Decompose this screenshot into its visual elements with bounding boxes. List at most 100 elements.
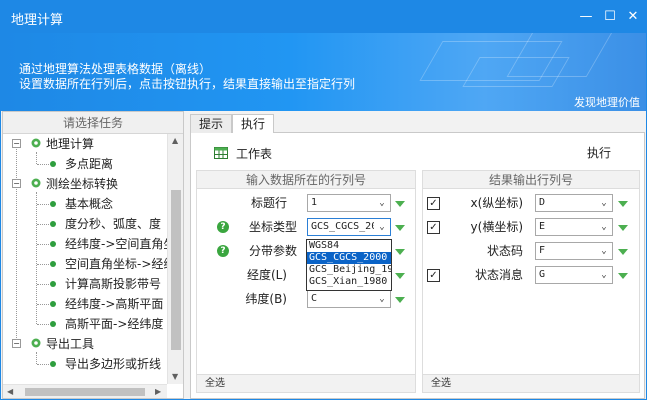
output-grid-header: 结果输出行列号: [423, 171, 639, 189]
fill-down-icon[interactable]: [395, 225, 405, 231]
tree-item-gauss-zone[interactable]: 计算高斯投影带号: [3, 274, 167, 294]
tree-connector: [37, 224, 49, 225]
gear-icon: [31, 338, 41, 348]
scroll-thumb[interactable]: [25, 388, 145, 396]
chevron-down-icon[interactable]: ⌄: [374, 219, 390, 235]
banner-decoration: [506, 33, 616, 77]
field-label: 状态码: [486, 244, 523, 258]
select-value: C: [311, 293, 318, 304]
chevron-down-icon[interactable]: ⌄: [374, 291, 390, 307]
title-row-select[interactable]: 1 ⌄: [307, 194, 391, 212]
help-icon[interactable]: ?: [217, 221, 229, 233]
output-row-status-code: 状态码 F ⌄: [423, 240, 639, 264]
dropdown-option[interactable]: WGS84: [307, 240, 391, 252]
tree-group-export[interactable]: − 导出工具: [3, 334, 167, 354]
fill-down-icon[interactable]: [395, 249, 405, 255]
scroll-left-icon[interactable]: ◀: [7, 387, 13, 396]
chevron-down-icon[interactable]: ⌄: [596, 219, 612, 235]
scroll-right-icon[interactable]: ▶: [155, 387, 161, 396]
select-all-right[interactable]: 全选: [423, 374, 639, 392]
tree-vertical-scrollbar[interactable]: ▲ ▼: [167, 134, 183, 384]
task-panel-title: 请选择任务: [3, 112, 183, 134]
fill-down-icon[interactable]: [395, 273, 405, 279]
tree-item-multi-point[interactable]: 多点距离: [3, 154, 167, 174]
field-label: 纬度(B): [245, 292, 287, 306]
tree-item-basic[interactable]: 基本概念: [3, 194, 167, 214]
tree-group-survey[interactable]: − 测绘坐标转换: [3, 174, 167, 194]
tree-connector: [37, 164, 49, 165]
tree-horizontal-scrollbar[interactable]: ◀ ▶: [3, 384, 167, 398]
checkbox[interactable]: ✓: [427, 197, 440, 210]
tree-item-gauss-to-ll[interactable]: 高斯平面->经纬度: [3, 314, 167, 334]
scroll-up-icon[interactable]: ▲: [172, 136, 178, 145]
select-value: GCS_CGCS_20: [311, 221, 378, 232]
tree-label: 计算高斯投影带号: [65, 277, 162, 291]
dropdown-option[interactable]: GCS_Beijing_19: [307, 264, 391, 276]
tree-connector: [37, 364, 49, 365]
output-grid: 结果输出行列号 ✓ x(纵坐标) D ⌄ ✓ y(横坐标) E ⌄ 状态码 F …: [422, 170, 640, 393]
tab-execute[interactable]: 执行: [232, 114, 275, 134]
bullet-icon: [50, 221, 56, 227]
collapse-icon[interactable]: −: [12, 139, 21, 148]
select-value: D: [539, 197, 546, 208]
fill-down-icon[interactable]: [618, 249, 628, 255]
collapse-icon[interactable]: −: [12, 179, 21, 188]
tree-connector: [37, 304, 49, 305]
select-value: 1: [311, 197, 318, 208]
checkbox[interactable]: ✓: [427, 269, 440, 282]
worksheet-label[interactable]: 工作表: [236, 145, 272, 162]
dropdown-option-selected[interactable]: GCS_CGCS_2000: [307, 252, 391, 264]
input-row-title: 标题行 1 ⌄: [197, 192, 415, 216]
tree-label: 经纬度->高斯平面: [65, 297, 164, 311]
minimize-button[interactable]: —: [576, 7, 596, 27]
tree-label: 地理计算: [46, 137, 95, 151]
tab-bar: 提示 执行: [190, 111, 645, 134]
bullet-icon: [50, 281, 56, 287]
collapse-icon[interactable]: −: [12, 339, 21, 348]
chevron-down-icon[interactable]: ⌄: [374, 195, 390, 211]
title-bar[interactable]: 地理计算 — ☐ ✕: [1, 1, 646, 33]
help-icon[interactable]: ?: [217, 245, 229, 257]
execute-button[interactable]: 执行: [579, 143, 619, 163]
select-value: G: [539, 269, 546, 280]
latitude-select[interactable]: C ⌄: [307, 290, 391, 308]
status-msg-select[interactable]: G ⌄: [535, 266, 613, 284]
tree-group-geo-calc[interactable]: − 地理计算: [3, 134, 167, 154]
header-banner: 通过地理算法处理表格数据（离线） 设置数据所在行列后，点击按钮执行，结果直接输出…: [1, 33, 646, 111]
chevron-down-icon[interactable]: ⌄: [596, 267, 612, 283]
task-panel: 请选择任务 − 地理计算 多点距离 − 测绘坐标转换 基本概念 度分秒、弧度、度…: [2, 111, 184, 399]
field-label: y(横坐标): [470, 220, 523, 234]
y-output-select[interactable]: E ⌄: [535, 218, 613, 236]
tree-connector: [37, 204, 49, 205]
fill-down-icon[interactable]: [618, 273, 628, 279]
table-icon: [214, 147, 228, 159]
output-row-y: ✓ y(横坐标) E ⌄: [423, 216, 639, 240]
tree-item-xyz-to-ll[interactable]: 空间直角坐标->经纬: [3, 254, 167, 274]
select-all-left[interactable]: 全选: [197, 374, 415, 392]
scroll-thumb[interactable]: [171, 190, 181, 350]
fill-down-icon[interactable]: [395, 297, 405, 303]
fill-down-icon[interactable]: [618, 201, 628, 207]
chevron-down-icon[interactable]: ⌄: [596, 195, 612, 211]
close-button[interactable]: ✕: [623, 7, 643, 27]
maximize-button[interactable]: ☐: [600, 7, 620, 27]
fill-down-icon[interactable]: [618, 225, 628, 231]
bullet-icon: [50, 361, 56, 367]
tree-label: 基本概念: [65, 197, 114, 211]
tab-tips[interactable]: 提示: [190, 114, 233, 134]
fill-down-icon[interactable]: [395, 201, 405, 207]
tree-label: 高斯平面->经纬度: [65, 317, 164, 331]
checkbox[interactable]: ✓: [427, 221, 440, 234]
tree-connector: [37, 284, 49, 285]
coord-type-select[interactable]: GCS_CGCS_20 ⌄: [307, 218, 391, 236]
tree-item-ll-to-xyz[interactable]: 经纬度->空间直角坐: [3, 234, 167, 254]
tree-item-ll-to-gauss[interactable]: 经纬度->高斯平面: [3, 294, 167, 314]
scroll-down-icon[interactable]: ▼: [172, 372, 178, 381]
x-output-select[interactable]: D ⌄: [535, 194, 613, 212]
tree-item-dms[interactable]: 度分秒、弧度、度: [3, 214, 167, 234]
dropdown-option[interactable]: GCS_Xian_1980: [307, 276, 391, 288]
status-code-select[interactable]: F ⌄: [535, 242, 613, 260]
coord-type-dropdown-list[interactable]: WGS84 GCS_CGCS_2000 GCS_Beijing_19 GCS_X…: [306, 239, 392, 291]
tree-item-export-polygon[interactable]: 导出多边形或折线: [3, 354, 167, 374]
chevron-down-icon[interactable]: ⌄: [596, 243, 612, 259]
